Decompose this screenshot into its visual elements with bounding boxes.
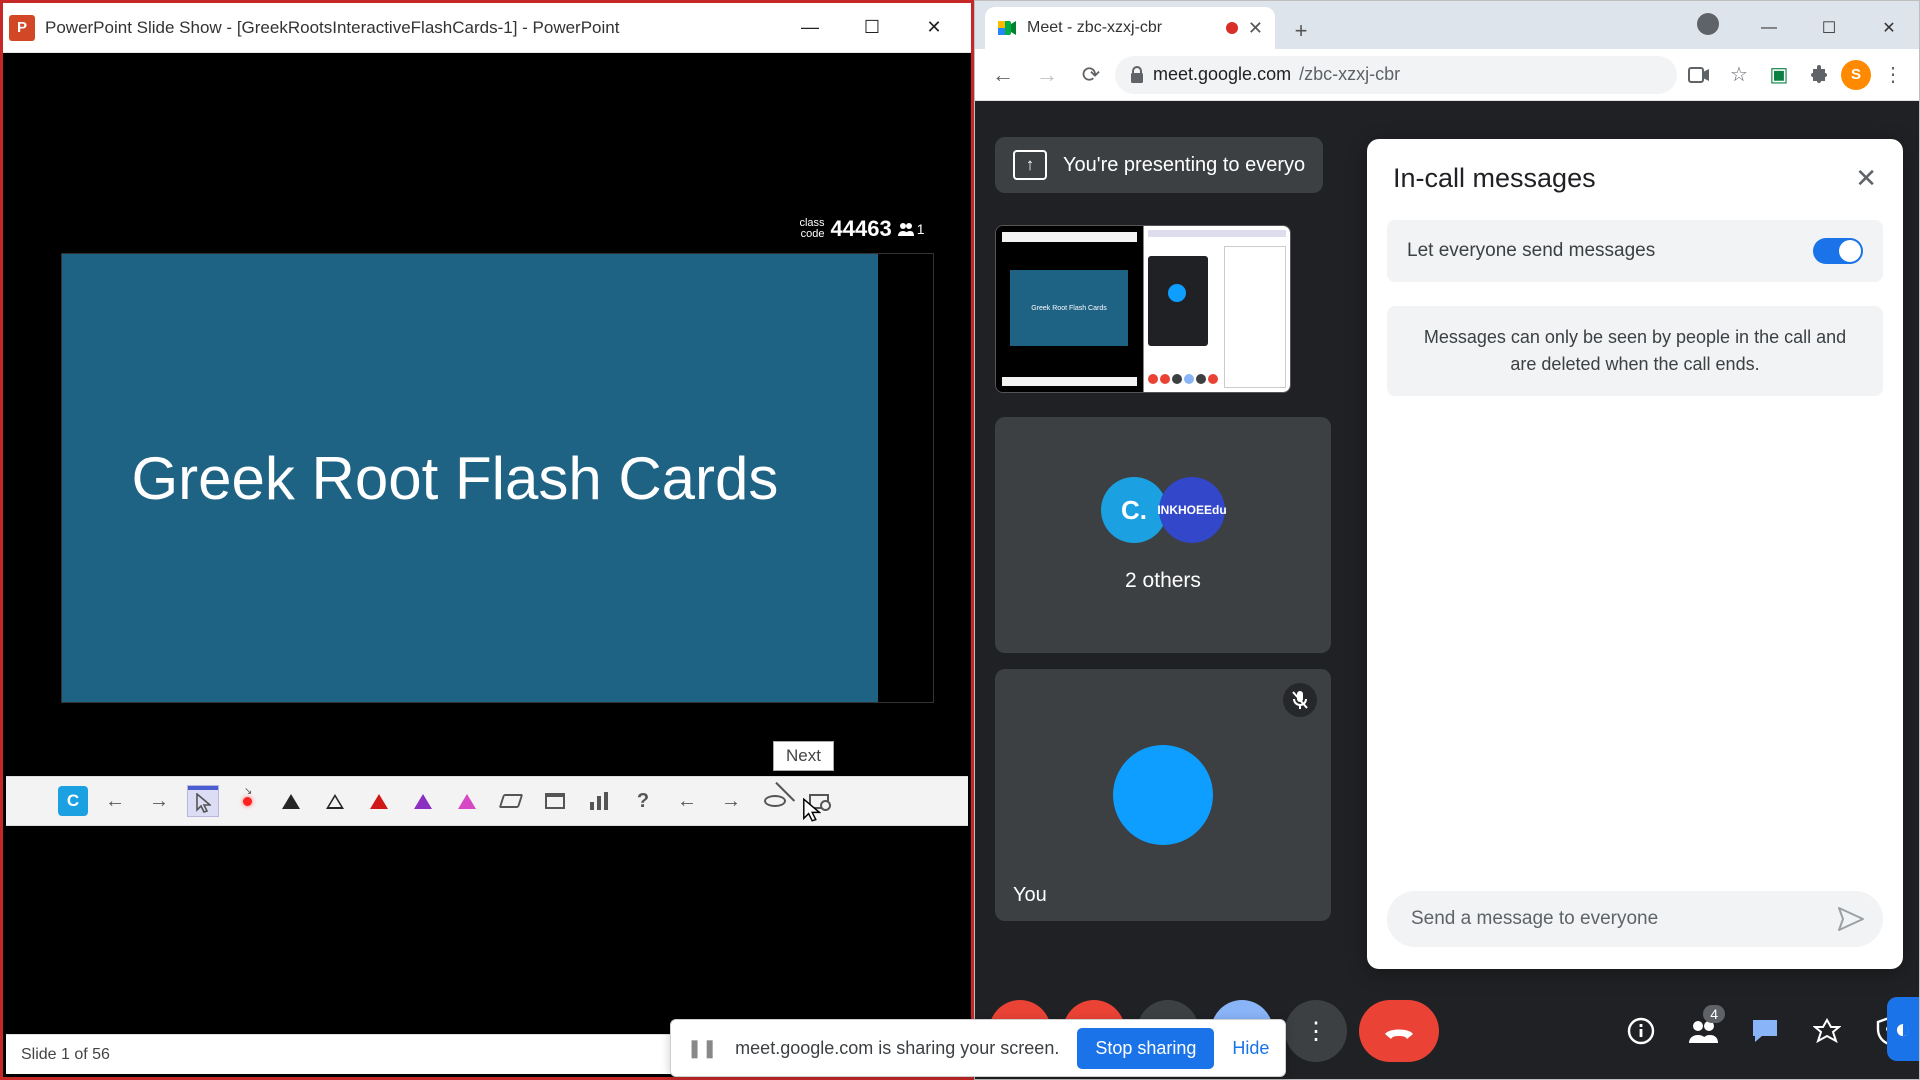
poll-button[interactable] (584, 786, 614, 816)
chrome-window: Meet - zbc-xzxj-cbr ✕ + — ☐ ✕ ← → ⟳ meet… (974, 0, 1920, 1080)
present-icon: ↑ (1013, 150, 1047, 180)
powerpoint-logo-icon: P (9, 15, 35, 41)
chat-panel: In-call messages ✕ Let everyone send mes… (1367, 139, 1903, 969)
classcode-label-bot: code (801, 228, 825, 240)
powerpoint-window: P PowerPoint Slide Show - [GreekRootsInt… (0, 0, 974, 1080)
stage-lower-black (6, 826, 968, 1033)
cursor-tool-button[interactable] (188, 786, 218, 816)
recording-indicator-icon (1226, 22, 1238, 34)
toolbar-next-button[interactable]: → (716, 786, 746, 816)
chat-close-button[interactable]: ✕ (1855, 163, 1877, 194)
next-slide-button[interactable]: → (144, 786, 174, 816)
pen-red-button[interactable] (364, 786, 394, 816)
url-path: /zbc-xzxj-cbr (1299, 64, 1400, 85)
slide-counter: Slide 1 of 56 (21, 1046, 110, 1064)
chrome-toolbar: ← → ⟳ meet.google.com/zbc-xzxj-cbr ☆ ▣ S… (975, 49, 1919, 101)
powerpoint-titlebar: P PowerPoint Slide Show - [GreekRootsInt… (3, 3, 971, 53)
hide-toolbar-button[interactable] (760, 786, 790, 816)
google-meet-icon (997, 18, 1017, 38)
side-panel-toggle[interactable]: ◐ (1887, 997, 1919, 1061)
chat-info-text: Messages can only be seen by people in t… (1387, 306, 1883, 396)
chrome-minimize-button[interactable]: — (1739, 7, 1799, 49)
activities-button[interactable] (1811, 1015, 1843, 1047)
messages-toggle[interactable] (1813, 238, 1863, 264)
people-icon (898, 222, 914, 236)
presentation-thumbnail[interactable]: Greek Root Flash Cards (995, 225, 1291, 393)
laser-pointer-button[interactable]: ↘ (232, 786, 262, 816)
chat-title: In-call messages (1393, 163, 1596, 194)
participant-avatar-inkhoe: INKHOEEdu (1159, 477, 1225, 543)
lock-icon (1129, 66, 1145, 84)
hide-share-bar-button[interactable]: Hide (1232, 1038, 1269, 1059)
slide-title: Greek Root Flash Cards (132, 444, 779, 513)
others-label: 2 others (1125, 569, 1201, 593)
eraser-button[interactable] (496, 786, 526, 816)
self-label: You (1013, 884, 1047, 907)
slide-edge (878, 254, 933, 702)
close-button[interactable]: ✕ (903, 7, 965, 49)
maximize-button[interactable]: ☐ (841, 7, 903, 49)
minimize-button[interactable]: — (779, 7, 841, 49)
camera-icon[interactable] (1681, 57, 1717, 93)
profile-avatar[interactable]: S (1841, 60, 1871, 90)
chat-input[interactable] (1411, 908, 1837, 930)
extension-green-icon[interactable]: ▣ (1761, 57, 1797, 93)
bookmark-star-button[interactable]: ☆ (1721, 57, 1757, 93)
pen-black-button[interactable] (276, 786, 306, 816)
presenter-toolbar: C ← → ↘ ? ← → (6, 776, 968, 826)
browser-tab[interactable]: Meet - zbc-xzxj-cbr ✕ (985, 7, 1275, 49)
classpoint-icon[interactable]: C (58, 786, 88, 816)
stop-sharing-button[interactable]: Stop sharing (1077, 1028, 1214, 1069)
pen-outline-button[interactable] (320, 786, 350, 816)
participants-avatars: C. INKHOEEdu (1101, 477, 1225, 543)
whiteboard-button[interactable] (540, 786, 570, 816)
pick-name-button[interactable]: ? (628, 786, 658, 816)
classcode-value: 44463 (831, 216, 892, 242)
send-icon[interactable] (1837, 906, 1865, 932)
reload-button[interactable]: ⟳ (1071, 55, 1111, 95)
participants-count-badge: 4 (1703, 1005, 1725, 1023)
toggle-label: Let everyone send messages (1407, 240, 1655, 262)
powerpoint-window-title: PowerPoint Slide Show - [GreekRootsInter… (45, 18, 619, 38)
share-screen-button[interactable] (804, 786, 834, 816)
classcode-people: 1 (898, 221, 925, 237)
chat-button[interactable] (1749, 1015, 1781, 1047)
more-options-button[interactable]: ⋮ (1285, 1000, 1347, 1062)
chrome-maximize-button[interactable]: ☐ (1799, 7, 1859, 49)
next-tooltip: Next (773, 741, 834, 771)
toolbar-prev-button[interactable]: ← (672, 786, 702, 816)
chrome-tabstrip: Meet - zbc-xzxj-cbr ✕ + — ☐ ✕ (975, 1, 1919, 49)
screen-share-bar: ❚❚ meet.google.com is sharing your scree… (670, 1019, 1286, 1077)
tab-title: Meet - zbc-xzxj-cbr (1027, 19, 1162, 37)
chrome-menu-button[interactable]: ⋮ (1875, 57, 1911, 93)
messages-toggle-row: Let everyone send messages (1387, 220, 1883, 282)
prev-slide-button[interactable]: ← (100, 786, 130, 816)
share-text: meet.google.com is sharing your screen. (735, 1038, 1059, 1059)
pause-icon[interactable]: ❚❚ (687, 1038, 717, 1059)
extensions-puzzle-button[interactable] (1801, 57, 1837, 93)
participants-tile[interactable]: C. INKHOEEdu 2 others (995, 417, 1331, 653)
self-tile[interactable]: You (995, 669, 1331, 921)
meeting-details-button[interactable] (1625, 1015, 1657, 1047)
chrome-account-icon[interactable] (1697, 13, 1719, 35)
pen-purple-button[interactable] (408, 786, 438, 816)
presenting-text: You're presenting to everyo (1063, 154, 1305, 177)
show-people-button[interactable]: 4 (1687, 1015, 1719, 1047)
tab-close-button[interactable]: ✕ (1248, 18, 1263, 39)
forward-button[interactable]: → (1027, 55, 1067, 95)
leave-call-button[interactable] (1359, 1000, 1439, 1062)
meet-body: ↑ You're presenting to everyo Greek Root… (975, 101, 1919, 1079)
self-avatar (1113, 745, 1213, 845)
thumbnail-slide-text: Greek Root Flash Cards (1010, 270, 1128, 346)
slide: classcode 44463 1 Greek Root Flash Cards (61, 253, 934, 703)
url-host: meet.google.com (1153, 64, 1291, 85)
new-tab-button[interactable]: + (1283, 13, 1319, 49)
class-code-badge: classcode 44463 1 (791, 212, 932, 246)
pen-pink-button[interactable] (452, 786, 482, 816)
chat-input-row (1387, 891, 1883, 947)
address-bar[interactable]: meet.google.com/zbc-xzxj-cbr (1115, 56, 1677, 94)
presenting-banner[interactable]: ↑ You're presenting to everyo (995, 137, 1323, 193)
chrome-close-button[interactable]: ✕ (1859, 7, 1919, 49)
back-button[interactable]: ← (983, 55, 1023, 95)
